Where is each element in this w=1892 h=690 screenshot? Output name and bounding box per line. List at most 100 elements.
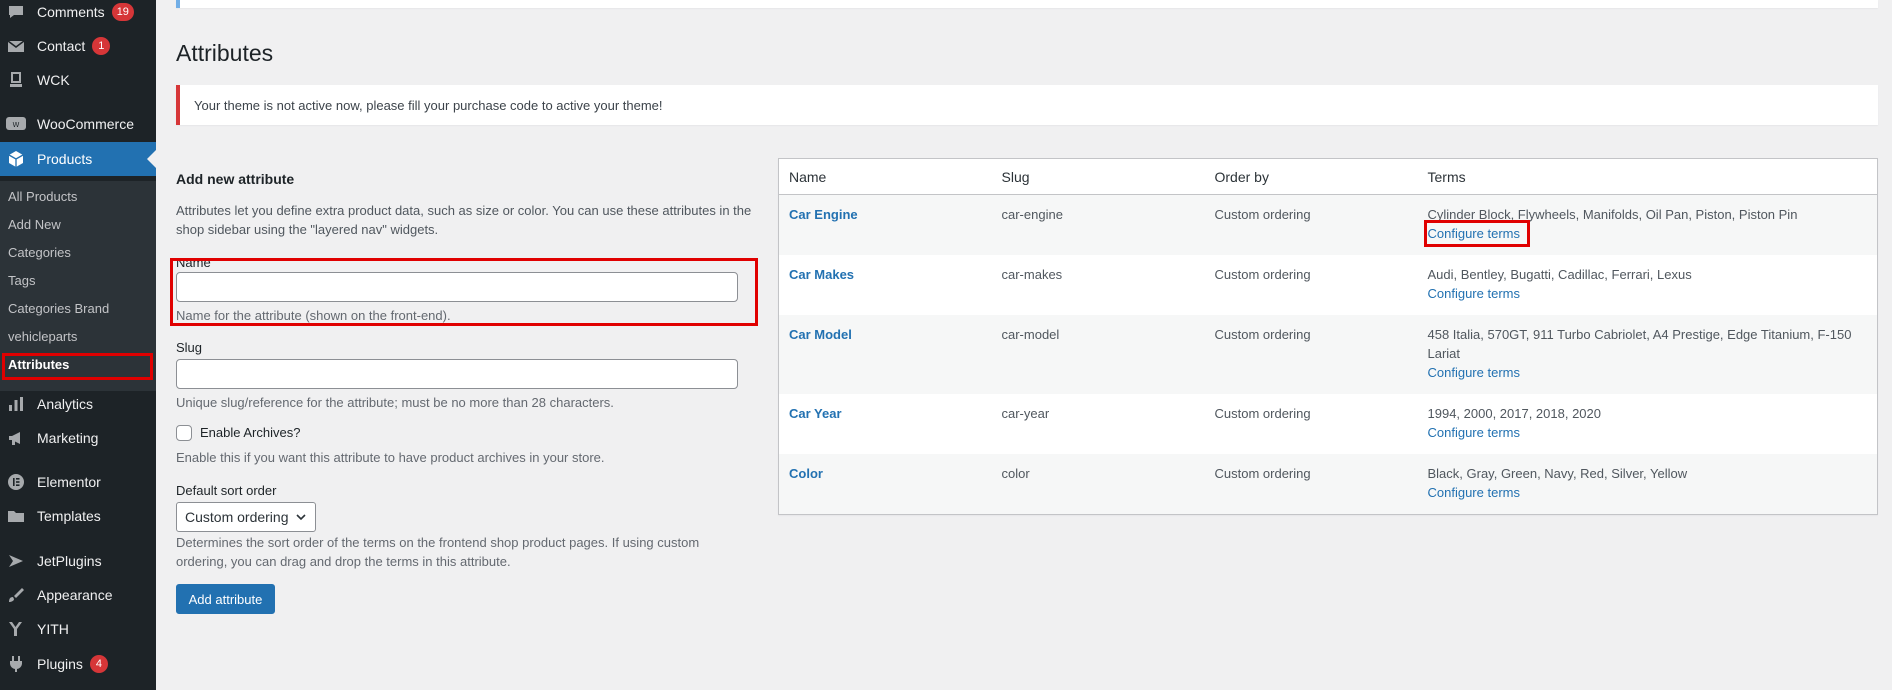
configure-terms-link[interactable]: Configure terms xyxy=(1428,483,1520,502)
enable-archives-checkbox[interactable] xyxy=(176,425,192,441)
analytics-icon xyxy=(6,394,26,414)
enable-archives-help: Enable this if you want this attribute t… xyxy=(176,450,605,465)
submenu-add-new[interactable]: Add New xyxy=(8,217,61,232)
slug-help: Unique slug/reference for the attribute;… xyxy=(176,395,614,410)
attribute-order: Custom ordering xyxy=(1214,406,1311,421)
table-header-row: Name Slug Order by Terms xyxy=(778,158,1878,195)
woocommerce-icon: W xyxy=(6,114,26,134)
comments-count-badge: 19 xyxy=(111,3,134,21)
menu-marketing[interactable]: Marketing xyxy=(0,421,156,455)
menu-label: Analytics xyxy=(37,396,94,412)
jet-icon xyxy=(6,551,26,571)
table-row: Car Makes car-makes Custom ordering Audi… xyxy=(779,255,1878,315)
submenu-tags[interactable]: Tags xyxy=(8,273,35,288)
slug-input[interactable] xyxy=(176,359,738,389)
table-row: Car Engine car-engine Custom ordering Cy… xyxy=(778,194,1878,255)
menu-templates[interactable]: Templates xyxy=(0,499,156,533)
attribute-name-link[interactable]: Color xyxy=(789,466,823,481)
menu-elementor[interactable]: Elementor xyxy=(0,465,156,499)
attribute-order: Custom ordering xyxy=(1204,194,1418,255)
submenu-categories[interactable]: Categories xyxy=(8,245,71,260)
sort-order-label: Default sort order xyxy=(176,483,277,498)
add-attribute-button[interactable]: Add attribute xyxy=(176,584,275,614)
menu-label: Plugins xyxy=(37,656,83,672)
column-header-name[interactable]: Name xyxy=(778,158,992,195)
configure-terms-link[interactable]: Configure terms xyxy=(1428,284,1520,303)
configure-terms-link[interactable]: Configure terms xyxy=(1428,423,1520,442)
attribute-slug: car-model xyxy=(991,315,1205,394)
contact-count-badge: 1 xyxy=(92,37,111,55)
attribute-order: Custom ordering xyxy=(1214,267,1311,282)
table-row: Car Model car-model Custom ordering 458 … xyxy=(778,315,1878,394)
menu-label: Products xyxy=(37,151,93,167)
attribute-name-link[interactable]: Car Makes xyxy=(789,267,854,282)
menu-label: Contact xyxy=(37,38,86,54)
table-row: Car Year car-year Custom ordering 1994, … xyxy=(779,394,1878,454)
attribute-terms: Cylinder Block, Flywheels, Manifolds, Oi… xyxy=(1427,207,1798,222)
form-intro: Attributes let you define extra product … xyxy=(176,203,752,237)
submenu-categories-brand[interactable]: Categories Brand xyxy=(8,301,109,316)
menu-label: YITH xyxy=(37,621,69,637)
submenu-all-products[interactable]: All Products xyxy=(8,189,77,204)
configure-terms-link[interactable]: Configure terms xyxy=(1423,220,1531,247)
page-title: Attributes xyxy=(176,40,274,66)
attribute-name-link[interactable]: Car Year xyxy=(789,406,842,421)
theme-activation-notice: Your theme is not active now, please fil… xyxy=(176,85,1878,125)
enable-archives-label[interactable]: Enable Archives? xyxy=(200,425,300,440)
plugins-update-badge: 4 xyxy=(89,655,108,673)
menu-appearance[interactable]: Appearance xyxy=(0,578,156,612)
attribute-order: Custom ordering xyxy=(1204,315,1418,394)
column-header-terms[interactable]: Terms xyxy=(1417,158,1878,195)
menu-label: Templates xyxy=(37,508,101,524)
menu-label: WooCommerce xyxy=(37,116,134,132)
attribute-slug: car-engine xyxy=(991,194,1205,255)
svg-text:W: W xyxy=(13,121,20,129)
megaphone-icon xyxy=(6,428,26,448)
slug-label: Slug xyxy=(176,340,203,355)
menu-label: WCK xyxy=(37,72,70,88)
plugin-icon xyxy=(6,654,26,674)
brush-icon xyxy=(6,585,26,605)
menu-yith[interactable]: YITH xyxy=(0,612,156,646)
elementor-icon xyxy=(6,472,26,492)
submenu-vehicleparts[interactable]: vehicleparts xyxy=(8,329,77,344)
attribute-terms: 1994, 2000, 2017, 2018, 2020 xyxy=(1427,406,1602,421)
highlight-attributes-box xyxy=(2,353,153,380)
attribute-terms: 458 Italia, 570GT, 911 Turbo Cabriolet, … xyxy=(1427,327,1852,361)
form-heading: Add new attribute xyxy=(176,171,295,187)
attribute-slug: car-year xyxy=(1001,406,1050,421)
menu-analytics[interactable]: Analytics xyxy=(0,387,156,421)
menu-jetplugins[interactable]: JetPlugins xyxy=(0,544,156,578)
menu-woocommerce[interactable]: W WooCommerce xyxy=(0,107,156,141)
menu-comments[interactable]: Comments 19 xyxy=(0,0,156,29)
mail-icon xyxy=(6,36,26,56)
menu-plugins[interactable]: Plugins 4 xyxy=(0,647,156,681)
column-header-order[interactable]: Order by xyxy=(1204,158,1418,195)
top-notice-strip xyxy=(176,0,1878,8)
table-row: Color color Custom ordering Black, Gray,… xyxy=(778,454,1878,515)
column-header-slug[interactable]: Slug xyxy=(991,158,1205,195)
folder-icon xyxy=(6,506,26,526)
attribute-order: Custom ordering xyxy=(1204,454,1418,515)
chevron-down-icon xyxy=(295,510,307,526)
sort-order-help: Determines the sort order of the terms o… xyxy=(176,535,700,569)
highlight-name-field-box xyxy=(170,258,758,326)
attribute-name-link[interactable]: Car Model xyxy=(789,327,852,342)
configure-terms-link[interactable]: Configure terms xyxy=(1428,363,1520,382)
menu-label: Comments xyxy=(37,4,105,20)
comments-icon xyxy=(6,2,26,22)
attribute-terms: Audi, Bentley, Bugatti, Cadillac, Ferrar… xyxy=(1427,267,1692,282)
yith-icon xyxy=(6,619,26,639)
attribute-name-link[interactable]: Car Engine xyxy=(789,207,858,222)
attribute-terms: Black, Gray, Green, Navy, Red, Silver, Y… xyxy=(1427,466,1688,481)
menu-contact[interactable]: Contact 1 xyxy=(0,29,156,63)
admin-sidebar: Comments 19 Contact 1 WCK W WooCommerce … xyxy=(0,0,156,690)
attribute-slug: car-makes xyxy=(1001,267,1063,282)
menu-products[interactable]: Products xyxy=(0,142,156,176)
sort-order-select[interactable]: Custom ordering xyxy=(176,502,316,532)
menu-label: Elementor xyxy=(37,474,101,490)
menu-label: Marketing xyxy=(37,430,99,446)
notice-text: Your theme is not active now, please fil… xyxy=(194,97,663,113)
menu-label: Appearance xyxy=(37,587,113,603)
menu-wck[interactable]: WCK xyxy=(0,63,156,97)
